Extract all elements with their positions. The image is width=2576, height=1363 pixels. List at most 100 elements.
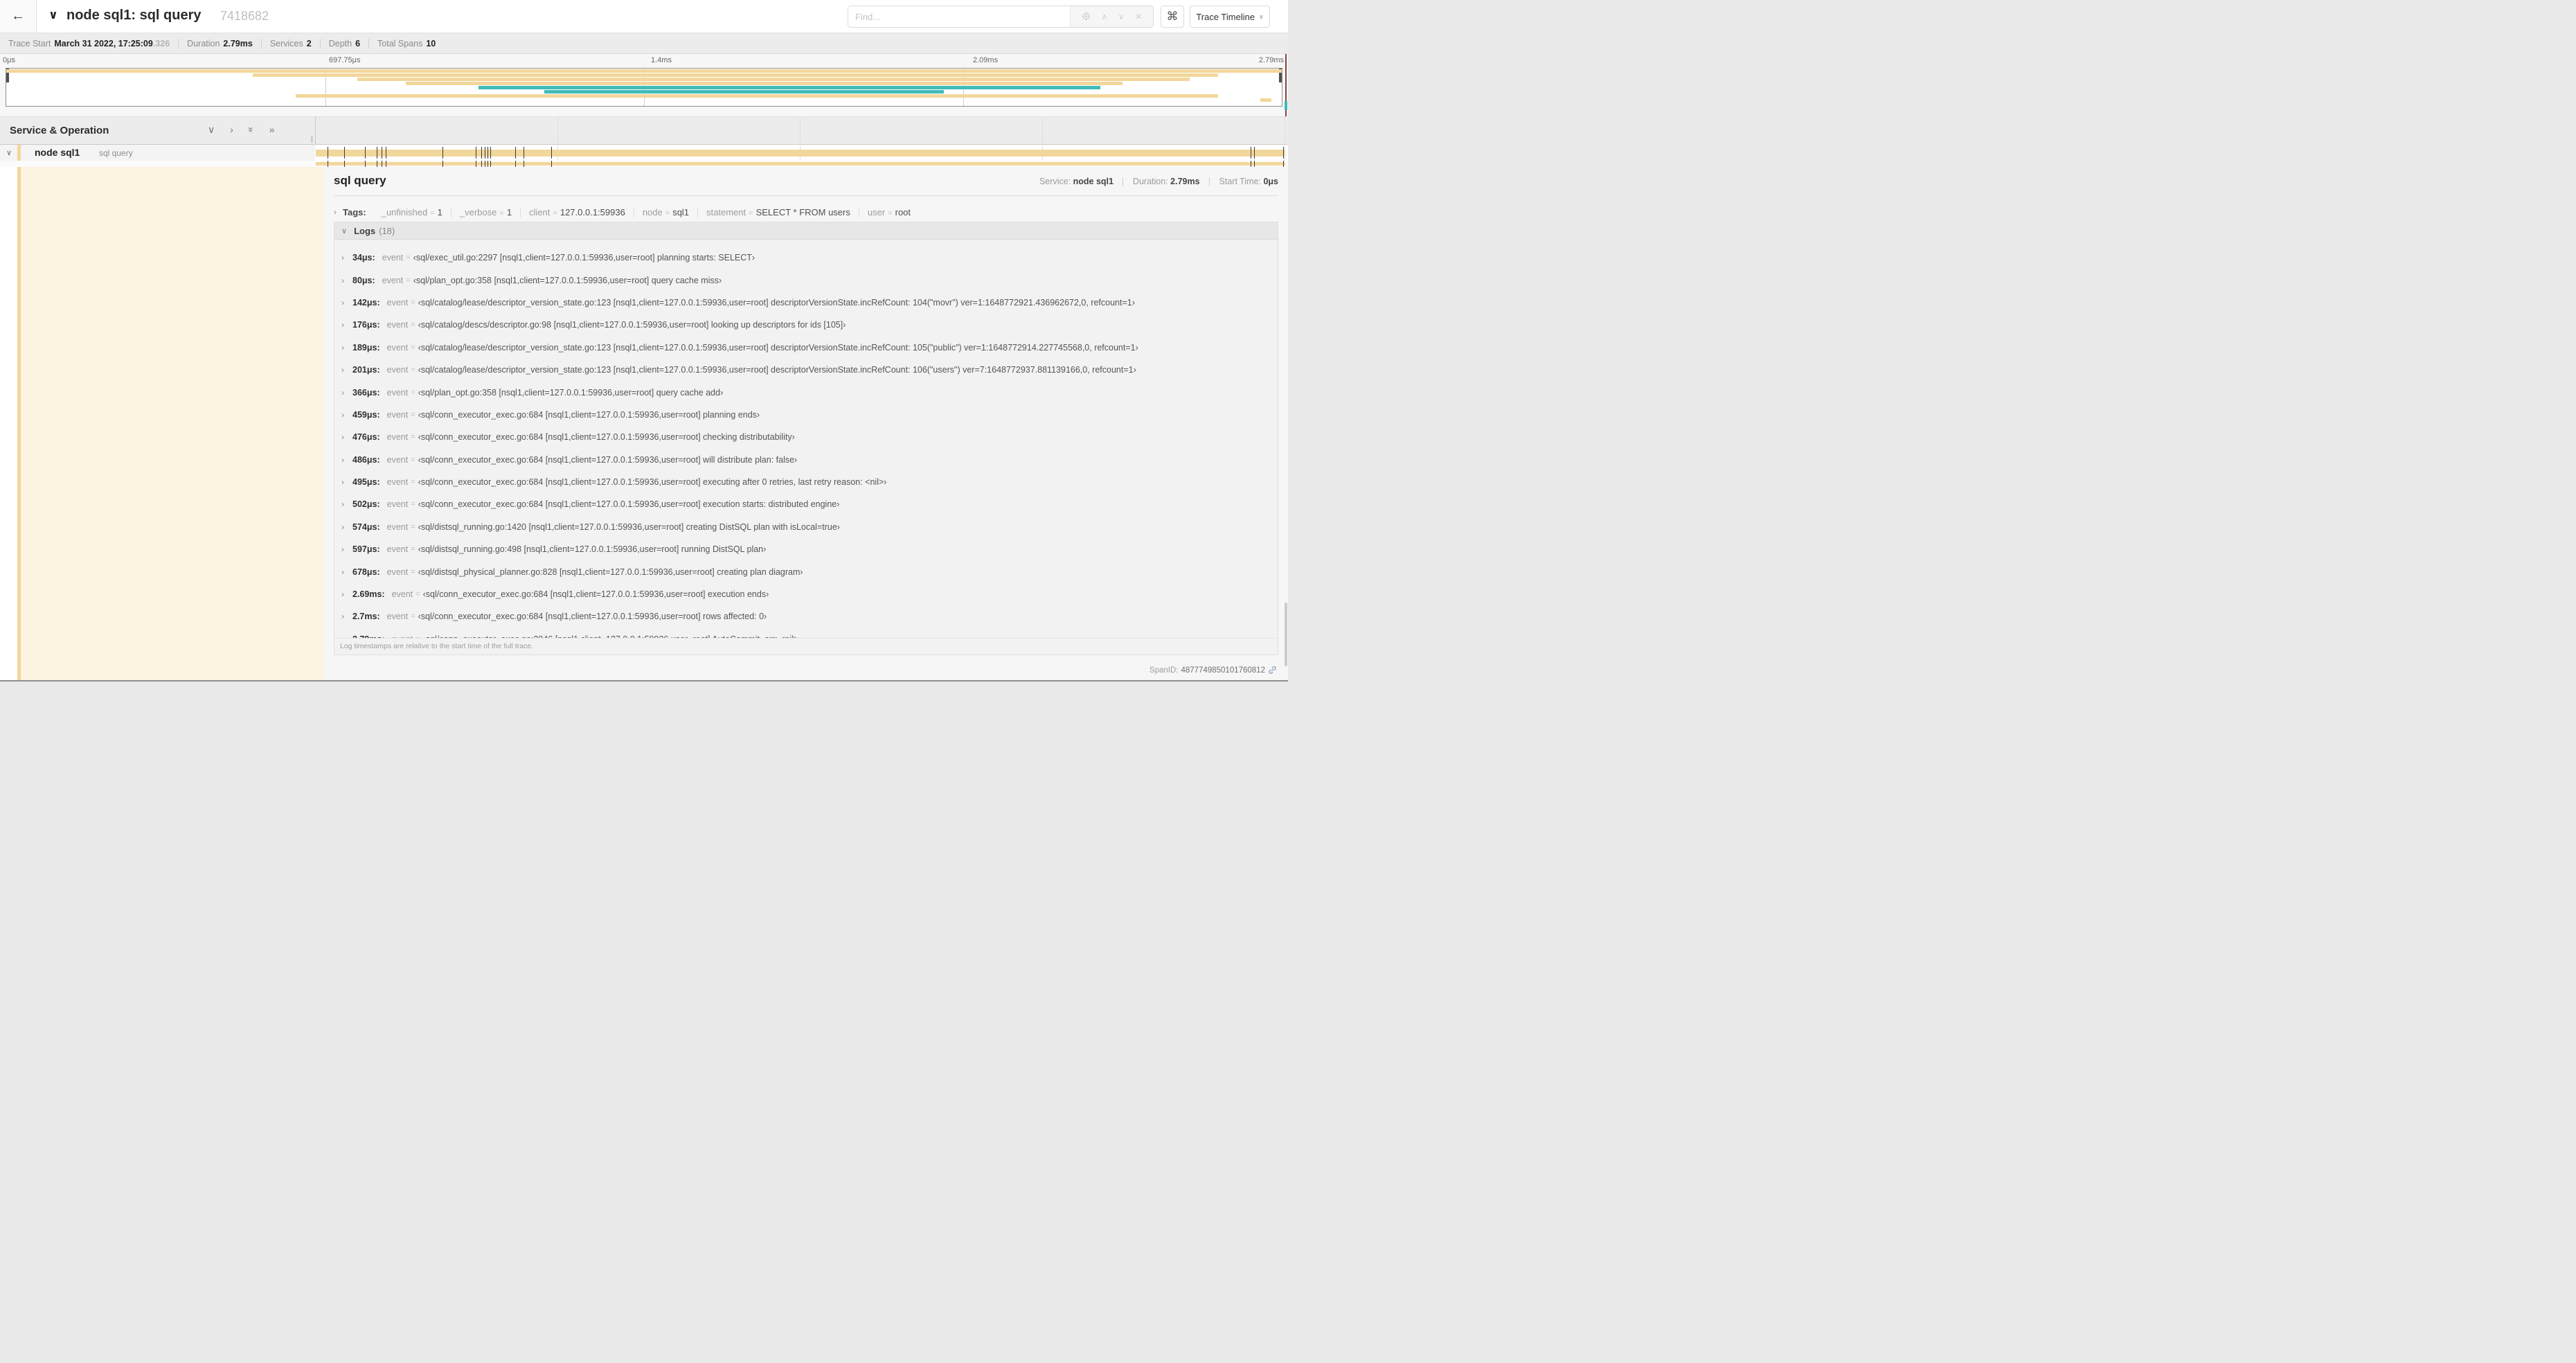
log-row[interactable]: › 2.7ms: event = ‹sql/conn_executor_exec.go:… [334,605,1278,627]
minimap-span-bar [6,69,1282,73]
back-button[interactable]: ← [0,0,37,33]
log-value: ‹sql/catalog/lease/descriptor_version_st… [418,297,1135,308]
span-rows-area: ∨ node sql1 sql query [0,116,1288,167]
log-key: event [386,342,409,353]
minimap-span-bar [357,78,1190,81]
start-time-value: 0μs [1263,177,1278,186]
clear-search-icon[interactable]: ✕ [1135,12,1142,21]
span-service-name: node sql1 [35,147,80,158]
span-id-row: SpanID: 4877749850101760812 [1150,666,1277,675]
view-selector-button[interactable]: Trace Timeline ∨ [1190,6,1270,28]
log-row[interactable]: › 486μs: event = ‹sql/conn_executor_exec.go:… [334,449,1278,471]
minimap-canvas[interactable] [6,68,1282,107]
minimap-tick-label: 0μs [3,56,15,64]
duration-value: 2.79ms [1170,177,1200,186]
log-timestamp: 142μs: [352,297,380,308]
expand-one-icon[interactable]: ∨ [208,125,215,134]
logs-label: Logs [354,225,376,236]
equals-sign: = [411,545,415,554]
collapse-trace-icon[interactable]: ∨ [48,8,58,22]
equals-sign: = [411,612,415,621]
expand-all-icon[interactable]: » [246,127,257,132]
trace-viewer-window: ← ∨ node sql1: sql query 7418682 ∧ ∨ ✕ [0,0,1288,682]
view-selector-label: Trace Timeline [1196,11,1255,22]
find-input[interactable] [848,6,1070,27]
log-marker [1254,147,1255,159]
logs-list: › 34μs: event = ‹sql/exec_util.go:2297 [nsql… [334,240,1278,650]
log-row[interactable]: › 459μs: event = ‹sql/conn_executor_exec.go:… [334,404,1278,426]
log-row[interactable]: › 366μs: event = ‹sql/plan_opt.go:358 [nsql1… [334,381,1278,403]
equals-sign: = [415,590,420,599]
log-key: event [386,297,409,308]
tags-chevron-right-icon: › [334,207,337,217]
log-value: ‹sql/conn_executor_exec.go:684 [nsql1,cl… [418,477,887,488]
next-match-icon[interactable]: ∨ [1118,12,1125,21]
log-row[interactable]: › 495μs: event = ‹sql/conn_executor_exec.go:… [334,471,1278,493]
equals-sign: = [411,388,415,397]
tag-item: user = root [859,207,919,217]
summary-item: Services 2 [262,38,321,48]
log-marker [490,147,491,159]
log-value: ‹sql/catalog/descs/descriptor.go:98 [nsq… [418,320,846,330]
scrollbar-thumb[interactable] [1285,603,1287,666]
span-color-accent [17,145,21,161]
log-marker [1254,161,1255,167]
span-bar-track[interactable] [316,145,1285,161]
equals-sign: = [553,208,557,217]
equals-sign: = [888,208,893,217]
log-value: ‹sql/catalog/lease/descriptor_version_st… [418,365,1136,375]
log-key: event [382,253,404,263]
log-timestamp: 189μs: [352,342,380,353]
log-key: event [386,365,409,375]
match-target-icon[interactable] [1082,11,1091,22]
log-key: event [386,409,409,420]
log-row[interactable]: › 2.69ms: event = ‹sql/conn_executor_exec.go… [334,583,1278,605]
summary-value-suffix: .326 [152,38,170,48]
tags-row[interactable]: › Tags: _unfinished = 1 _verbose = 1 client = 12… [334,203,1278,221]
equals-sign: = [411,455,415,464]
log-timestamp: 574μs: [352,522,380,532]
log-value: ‹sql/conn_executor_exec.go:684 [nsql1,cl… [418,499,840,510]
duration-label: Duration: [1132,177,1168,186]
log-marker [551,147,553,159]
column-resize-grip[interactable]: ∥ [310,136,314,143]
row-chevron-down-icon[interactable]: ∨ [6,148,12,157]
tag-value: root [895,206,911,217]
trace-summary-bar: Trace Start March 31 2022, 17:25:09.326 Du… [0,33,1288,54]
logs-header[interactable]: ∨ Logs (18) [334,222,1278,240]
span-row-node-sql1[interactable]: ∨ node sql1 sql query [0,145,315,161]
log-row[interactable]: › 201μs: event = ‹sql/catalog/lease/descript… [334,359,1278,381]
span-id-label: SpanID: [1149,666,1179,675]
deep-link-icon[interactable] [1268,666,1277,675]
prev-match-icon[interactable]: ∧ [1101,12,1107,21]
log-row[interactable]: › 574μs: event = ‹sql/distsql_running.go:142… [334,516,1278,538]
log-row[interactable]: › 34μs: event = ‹sql/exec_util.go:2297 [nsql… [334,247,1278,269]
summary-value: 6 [355,38,361,48]
log-row[interactable]: › 189μs: event = ‹sql/catalog/lease/descript… [334,337,1278,359]
collapse-one-icon[interactable]: › [230,125,233,134]
log-row[interactable]: › 678μs: event = ‹sql/distsql_physical_plann… [334,560,1278,582]
log-row[interactable]: › 80μs: event = ‹sql/plan_opt.go:358 [nsql1,… [334,269,1278,291]
log-row[interactable]: › 476μs: event = ‹sql/conn_executor_exec.go:… [334,426,1278,448]
collapse-all-icon[interactable]: » [269,125,275,134]
log-value: ‹sql/conn_executor_exec.go:684 [nsql1,cl… [418,432,795,443]
logs-chevron-down-icon: ∨ [341,226,348,235]
log-row[interactable]: › 142μs: event = ‹sql/catalog/lease/descript… [334,292,1278,314]
log-row[interactable]: › 597μs: event = ‹sql/distsql_running.go:498… [334,538,1278,560]
log-chevron-right-icon: › [341,253,344,263]
minimap-span-bar [252,73,1218,77]
equals-sign: = [411,478,415,487]
service-value: node sql1 [1073,177,1113,186]
log-marker [343,161,345,167]
log-timestamp: 2.69ms: [352,589,385,600]
log-row[interactable]: › 502μs: event = ‹sql/conn_executor_exec.go:… [334,493,1278,515]
tag-key: _verbose [459,206,497,217]
equals-sign: = [406,253,411,262]
log-chevron-right-icon: › [341,589,344,600]
keyboard-shortcuts-button[interactable]: ⌘ [1161,6,1184,28]
log-chevron-right-icon: › [341,544,344,555]
span-duration-bar [316,150,1285,157]
log-key: event [386,454,409,465]
tag-key: node [642,206,663,217]
log-row[interactable]: › 176μs: event = ‹sql/catalog/descs/descript… [334,314,1278,336]
